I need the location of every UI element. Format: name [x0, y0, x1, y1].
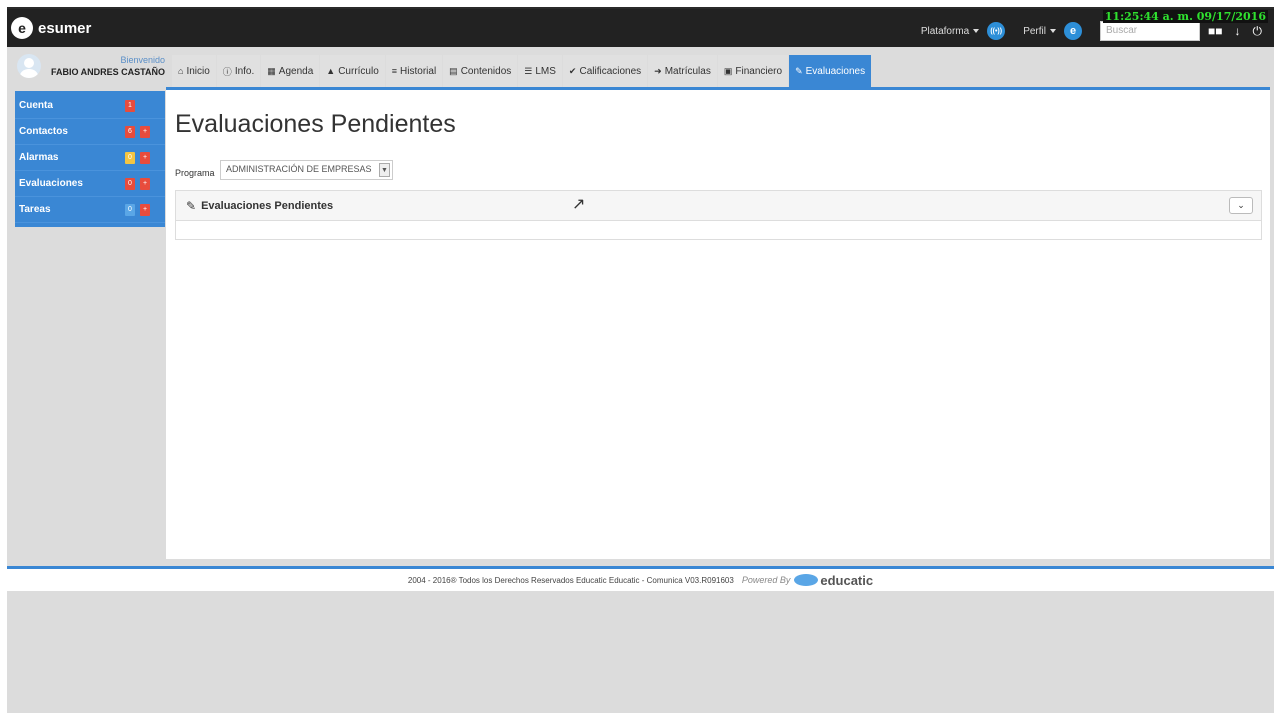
copyright-text: 2004 - 2016® Todos los Derechos Reservad… — [407, 575, 734, 585]
main-content: Evaluaciones Pendientes Programa ADMINIS… — [166, 87, 1270, 559]
tab-info[interactable]: ⓘ Info. — [216, 55, 261, 87]
clock-overlay: 11:25:44 a. m. 09/17/2016 — [1102, 10, 1268, 23]
tab-lms[interactable]: ☰ LMS — [518, 55, 562, 87]
tab-label: Calificaciones — [579, 65, 642, 77]
tab-financiero[interactable]: ▣ Financiero — [717, 55, 789, 87]
sign-in-icon: ➜ — [654, 65, 662, 76]
sidebar-item-label: Evaluaciones — [19, 178, 83, 189]
plataforma-label: Plataforma — [920, 25, 970, 37]
welcome-text: Bienvenido — [120, 55, 165, 65]
tab-calificaciones[interactable]: ✔ Calificaciones — [562, 55, 648, 87]
count-badge: 0 — [125, 152, 135, 164]
money-icon: ▣ — [723, 65, 733, 76]
top-navbar: e esumer Plataforma ((•)) Perfil e Busca… — [7, 7, 1274, 47]
list-icon: ☰ — [524, 65, 533, 76]
app-logo[interactable]: e esumer — [11, 17, 91, 39]
logo-icon: e — [11, 17, 33, 39]
pencil-icon: ✎ — [795, 65, 803, 76]
tab-historial[interactable]: ≡ Historial — [385, 55, 443, 87]
tab-label: Historial — [400, 65, 437, 77]
tab-label: Inicio — [186, 65, 210, 77]
user-icon: ▲ — [326, 66, 336, 76]
programa-label: Programa — [175, 168, 215, 178]
tab-evaluaciones[interactable]: ✎ Evaluaciones — [789, 55, 872, 87]
caret-down-icon — [973, 29, 980, 33]
tab-label: Agenda — [278, 65, 314, 77]
top-nav-right: Plataforma ((•)) Perfil e Buscar ■■ ↓ ⏻ — [921, 20, 1274, 42]
avatar[interactable] — [17, 54, 41, 78]
tab-inicio[interactable]: ⌂ Inicio — [172, 55, 216, 87]
page-title: Evaluaciones Pendientes — [175, 110, 456, 138]
sidebar-item-label: Alarmas — [19, 152, 59, 163]
sidebar-item-label: Contactos — [19, 126, 68, 137]
sidebar-item-cuenta[interactable]: Cuenta 1 — [15, 93, 165, 119]
panel-header: ✎ Evaluaciones Pendientes ⌄ — [176, 191, 1261, 221]
pin-icon[interactable]: ↓ — [1235, 24, 1241, 38]
content-icon: ▤ — [449, 65, 458, 76]
main-tabs: ⌂ Inicio ⓘ Info. ▦ Agenda ▲ Currículo ≡ Histo… — [172, 55, 872, 87]
power-icon[interactable]: ⏻ — [1253, 24, 1263, 39]
tab-matriculas[interactable]: ➜ Matrículas — [648, 55, 717, 87]
app-name: esumer — [38, 19, 92, 37]
home-icon: ⌂ — [178, 66, 184, 76]
sidebar-item-tareas[interactable]: Tareas 0 + — [15, 197, 165, 223]
perfil-menu[interactable]: Perfil — [1023, 26, 1056, 37]
mouse-cursor-icon: ↗ — [572, 196, 586, 213]
count-badge: 0 — [125, 204, 135, 216]
check-circle-icon: ✔ — [568, 65, 577, 76]
tab-label: Info. — [234, 65, 255, 77]
panel-title: Evaluaciones Pendientes — [201, 199, 334, 212]
powered-by-text: Powered By — [741, 575, 791, 585]
sidebar-item-label: Cuenta — [19, 100, 53, 111]
tab-label: Currículo — [338, 65, 379, 77]
broadcast-icon[interactable]: ((•)) — [987, 22, 1006, 40]
educatic-brand[interactable]: educatic — [820, 573, 873, 588]
programa-selected-value: ADMINISTRACIÓN DE EMPRESAS — [226, 164, 372, 174]
count-badge: 1 — [125, 100, 135, 112]
add-badge[interactable]: + — [140, 204, 150, 216]
chevron-down-icon[interactable]: ▼ — [379, 163, 390, 177]
search-input[interactable]: Buscar — [1100, 21, 1200, 41]
count-badge: 6 — [125, 126, 135, 138]
collapse-button[interactable]: ⌄ — [1229, 197, 1253, 214]
tab-curriculo[interactable]: ▲ Currículo — [320, 55, 385, 87]
educatic-globe-icon — [794, 574, 819, 586]
plataforma-menu[interactable]: Plataforma — [920, 25, 980, 37]
programa-select[interactable]: ADMINISTRACIÓN DE EMPRESAS ▼ — [220, 160, 393, 180]
add-badge[interactable]: + — [140, 178, 150, 190]
calendar-icon: ▦ — [267, 65, 276, 76]
tab-agenda[interactable]: ▦ Agenda — [261, 55, 320, 87]
pencil-icon: ✎ — [186, 198, 197, 213]
perfil-label: Perfil — [1023, 25, 1046, 37]
tab-label: Contenidos — [460, 65, 512, 77]
count-badge: 0 — [125, 178, 135, 190]
tab-label: LMS — [535, 65, 556, 77]
tab-contenidos[interactable]: ▤ Contenidos — [443, 55, 518, 87]
history-icon: ≡ — [391, 66, 398, 76]
tab-label: Evaluaciones — [805, 65, 866, 77]
sidebar-item-evaluaciones[interactable]: Evaluaciones 0 + — [15, 171, 165, 197]
sidebar-menu: Cuenta 1 Contactos 6 + Alarmas 0 + Evalu… — [15, 91, 165, 227]
caret-down-icon — [1050, 29, 1056, 33]
user-info: Bienvenido FABIO ANDRES CASTAÑO — [15, 54, 165, 94]
sidebar-item-contactos[interactable]: Contactos 6 + — [15, 119, 165, 145]
sidebar-item-label: Tareas — [19, 204, 51, 215]
tab-label: Matrículas — [664, 65, 711, 77]
app-frame: e esumer Plataforma ((•)) Perfil e Busca… — [7, 7, 1274, 713]
educatic-e-icon[interactable]: e — [1064, 22, 1082, 40]
footer: 2004 - 2016® Todos los Derechos Reservad… — [7, 569, 1274, 591]
users-icon[interactable]: ■■ — [1208, 24, 1223, 38]
evaluaciones-panel: ✎ Evaluaciones Pendientes ⌄ — [175, 190, 1262, 240]
sidebar-item-alarmas[interactable]: Alarmas 0 + — [15, 145, 165, 171]
add-badge[interactable]: + — [140, 126, 150, 138]
user-name: FABIO ANDRES CASTAÑO — [50, 67, 165, 77]
info-icon: ⓘ — [222, 66, 232, 77]
add-badge[interactable]: + — [140, 152, 150, 164]
tab-label: Financiero — [735, 65, 783, 77]
